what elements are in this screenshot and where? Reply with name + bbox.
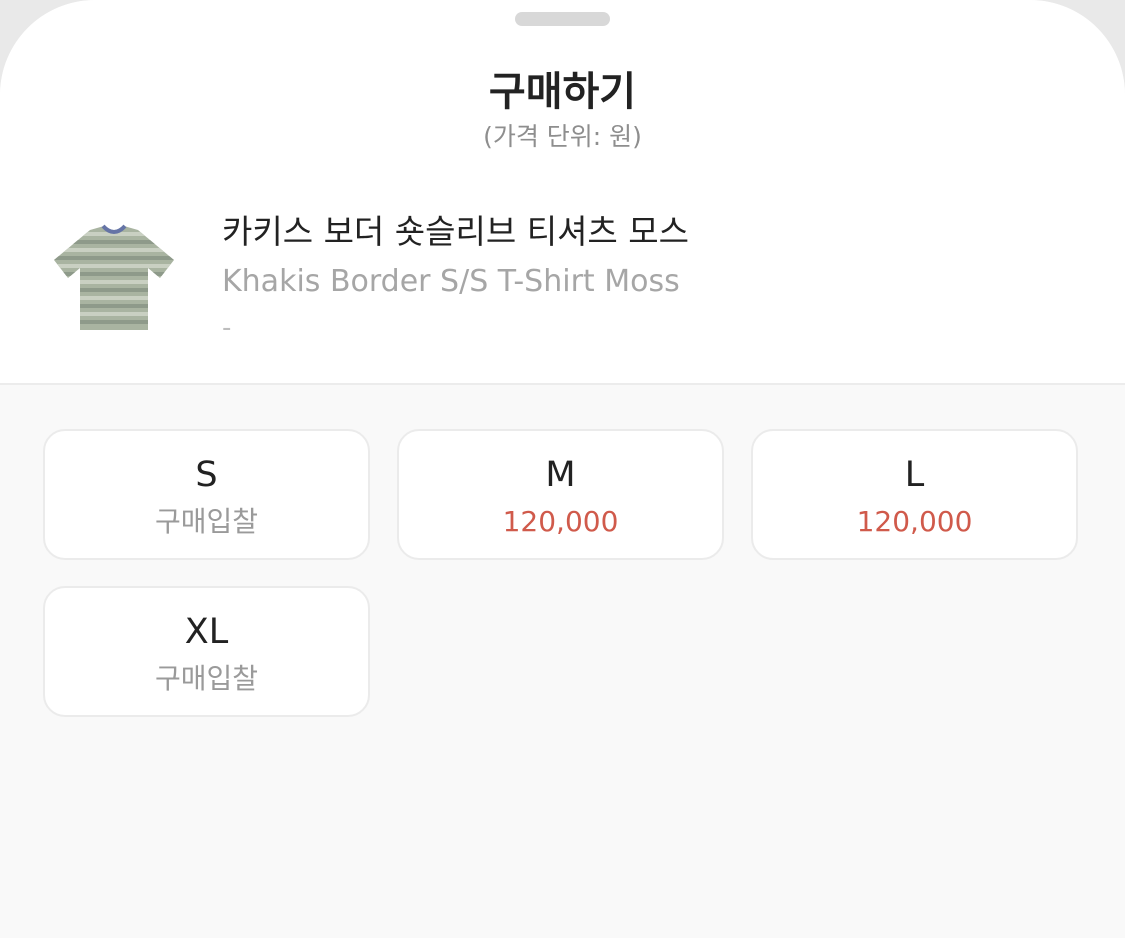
- size-option-s[interactable]: S 구매입찰: [43, 429, 370, 560]
- product-extra-info: -: [222, 313, 232, 343]
- product-name-english: Khakis Border S/S T-Shirt Moss: [222, 264, 680, 299]
- size-option-m[interactable]: M 120,000: [397, 429, 724, 560]
- size-price: 120,000: [856, 505, 973, 538]
- size-price: 구매입찰: [154, 662, 259, 695]
- page-title: 구매하기: [488, 69, 637, 115]
- purchase-sheet: 구매하기 (가격 단위: 원) 카키스 보더 숏슬리브 티셔츠 모스 Khaki…: [0, 0, 1125, 938]
- size-price: 구매입찰: [154, 505, 259, 538]
- size-label: XL: [184, 612, 229, 652]
- size-option-xl[interactable]: XL 구매입찰: [43, 586, 370, 717]
- sheet-header: 구매하기 (가격 단위: 원) 카키스 보더 숏슬리브 티셔츠 모스 Khaki…: [0, 0, 1125, 385]
- size-label: M: [545, 455, 576, 495]
- size-label: L: [904, 455, 925, 495]
- size-option-l[interactable]: L 120,000: [751, 429, 1078, 560]
- drag-handle[interactable]: [515, 12, 610, 26]
- product-image: [48, 220, 180, 335]
- product-name-korean: 카키스 보더 숏슬리브 티셔츠 모스: [222, 212, 689, 251]
- size-label: S: [195, 455, 218, 495]
- size-price: 120,000: [502, 505, 619, 538]
- striped-tshirt-icon: [54, 224, 174, 330]
- price-unit-note: (가격 단위: 원): [483, 122, 642, 151]
